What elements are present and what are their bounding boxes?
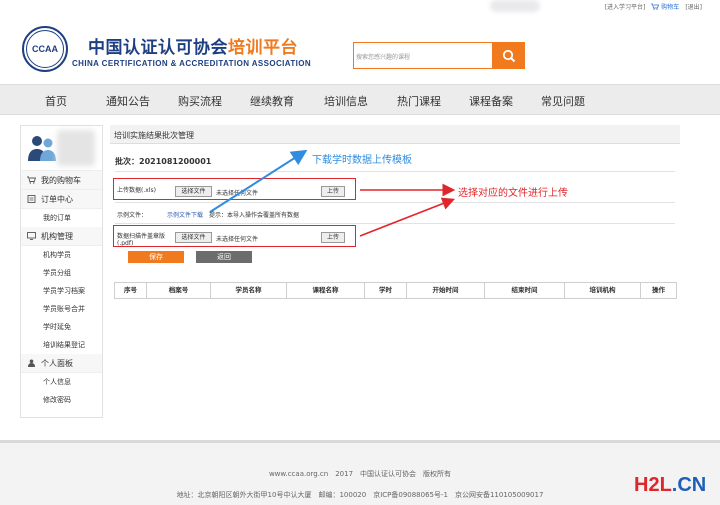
sidebar-item-training-results[interactable]: 培训结果登记 — [21, 336, 102, 354]
logo-cn-main: 中国认证认可协会 — [88, 38, 228, 58]
nav-item-continuing-ed[interactable]: 继续教育 — [250, 93, 294, 109]
sidebar-item-org-students[interactable]: 机构学员 — [21, 246, 102, 264]
save-button[interactable]: 保存 — [128, 251, 184, 263]
search-icon — [502, 49, 516, 62]
logo-english-title: CHINA CERTIFICATION & ACCREDITATION ASSO… — [72, 59, 312, 68]
col-index: 序号 — [115, 283, 147, 298]
highlight-box-pdf — [113, 225, 356, 247]
cart-link-label: 购物车 — [661, 4, 680, 11]
watermark: H2L.CN — [634, 474, 706, 497]
blurred-user-name — [57, 130, 95, 166]
col-file-no: 档案号 — [147, 283, 211, 298]
sidebar-item-student-groups[interactable]: 学员分组 — [21, 264, 102, 282]
batch-label: 批次： — [115, 157, 139, 166]
nav-item-purchase[interactable]: 购买流程 — [178, 93, 222, 109]
sidebar: 我的购物车 订单中心 我的订单 机构管理 机构学员 学员分组 学员学习档案 学员… — [20, 125, 103, 418]
site-header: CCAA 中国认证认可协会培训平台 CHINA CERTIFICATION & … — [0, 18, 720, 84]
sidebar-item-personal-info[interactable]: 个人信息 — [21, 373, 102, 391]
clipboard-icon — [27, 195, 36, 203]
footer-address: 地址：北京朝阳区朝外大街甲10号中认大厦 邮编：100020 京ICP备0908… — [176, 491, 544, 499]
nav-item-faq[interactable]: 常见问题 — [541, 93, 585, 109]
logout-link[interactable]: [退出] — [685, 2, 702, 11]
col-start-time: 开始时间 — [407, 283, 485, 298]
footer-copyright: www.ccaa.org.cn 2017 中国认证认可协会 版权所有 — [268, 470, 452, 478]
sample-file-row: 示例文件： 示例文件下载 提示：本导入操作会覆盖所有数据 — [117, 210, 299, 219]
col-hours: 学时 — [365, 283, 407, 298]
batch-number: 批次：2021081200001 — [115, 156, 211, 167]
sidebar-section-personal-label: 个人面板 — [41, 358, 73, 368]
highlight-box-xls — [113, 178, 356, 200]
sidebar-section-cart-label: 我的购物车 — [41, 175, 81, 185]
page-title: 培训实施结果批次管理 — [110, 125, 680, 144]
watermark-part2: .CN — [671, 474, 707, 496]
nav-item-course-filing[interactable]: 课程备案 — [469, 93, 513, 109]
logo-cn-accent: 培训平台 — [228, 38, 298, 58]
main-nav: 首页 通知公告 购买流程 继续教育 培训信息 热门课程 课程备案 常见问题 — [0, 84, 720, 115]
sidebar-item-learning-records[interactable]: 学员学习档案 — [21, 282, 102, 300]
main-content: 批次：2021081200001 上传数据(.xls) 选择文件 未选择任何文件… — [110, 144, 680, 304]
sidebar-section-org-label: 机构管理 — [41, 231, 73, 241]
col-student-name: 学员名称 — [211, 283, 287, 298]
divider — [115, 202, 675, 203]
site-footer: www.ccaa.org.cn 2017 中国认证认可协会 版权所有 地址：北京… — [0, 443, 720, 505]
sidebar-item-change-password[interactable]: 修改密码 — [21, 391, 102, 409]
search-input[interactable]: 搜索您感兴趣的课程 — [353, 42, 493, 69]
col-end-time: 结束时间 — [485, 283, 565, 298]
blurred-username — [490, 0, 540, 12]
sidebar-section-personal[interactable]: 个人面板 — [21, 354, 102, 373]
sidebar-item-hours-exemption[interactable]: 学时延免 — [21, 318, 102, 336]
monitor-icon — [27, 232, 36, 240]
annotation-download-template: 下载学时数据上传模板 — [312, 155, 412, 166]
user-avatar-area — [21, 126, 102, 171]
nav-item-training-info[interactable]: 培训信息 — [324, 93, 368, 109]
watermark-part1: H2L — [634, 474, 672, 496]
users-avatar-icon — [28, 136, 56, 161]
batch-value: 2021081200001 — [139, 157, 212, 166]
sidebar-item-my-orders[interactable]: 我的订单 — [21, 209, 102, 227]
sidebar-section-orders[interactable]: 订单中心 — [21, 190, 102, 209]
sidebar-section-orders-label: 订单中心 — [41, 194, 73, 204]
logo-chinese-title: 中国认证认可协会培训平台 — [88, 33, 298, 58]
import-tip: 提示：本导入操作会覆盖所有数据 — [209, 212, 300, 219]
back-button[interactable]: 返回 — [196, 251, 252, 263]
results-table-header: 序号 档案号 学员名称 课程名称 学时 开始时间 结束时间 培训机构 操作 — [114, 282, 677, 299]
divider — [115, 223, 675, 224]
sidebar-item-account-merge[interactable]: 学员账号合并 — [21, 300, 102, 318]
sample-download-link[interactable]: 示例文件下载 — [167, 212, 203, 219]
cart-link[interactable]: 购物车 — [651, 2, 679, 11]
col-training-org: 培训机构 — [565, 283, 641, 298]
col-actions: 操作 — [652, 286, 665, 294]
user-icon — [28, 359, 35, 367]
nav-item-home[interactable]: 首页 — [45, 93, 67, 109]
logo-emblem-text: CCAA — [26, 30, 64, 68]
sidebar-section-org[interactable]: 机构管理 — [21, 227, 102, 246]
sample-file-label: 示例文件： — [117, 212, 148, 219]
divider — [115, 171, 675, 172]
study-platform-link[interactable]: [进入学习平台] — [605, 2, 646, 11]
cart-icon — [651, 3, 660, 10]
sidebar-section-cart[interactable]: 我的购物车 — [21, 171, 102, 190]
ccaa-logo-emblem[interactable]: CCAA — [22, 26, 68, 72]
nav-item-notices[interactable]: 通知公告 — [106, 93, 150, 109]
search-button[interactable] — [493, 42, 525, 69]
col-course-name: 课程名称 — [287, 283, 365, 298]
top-links-bar: [进入学习平台] 购物车 [退出] — [0, 0, 720, 14]
nav-item-hot-courses[interactable]: 热门课程 — [397, 93, 441, 109]
annotation-choose-file: 选择对应的文件进行上传 — [458, 188, 568, 199]
cart-icon — [27, 176, 36, 184]
